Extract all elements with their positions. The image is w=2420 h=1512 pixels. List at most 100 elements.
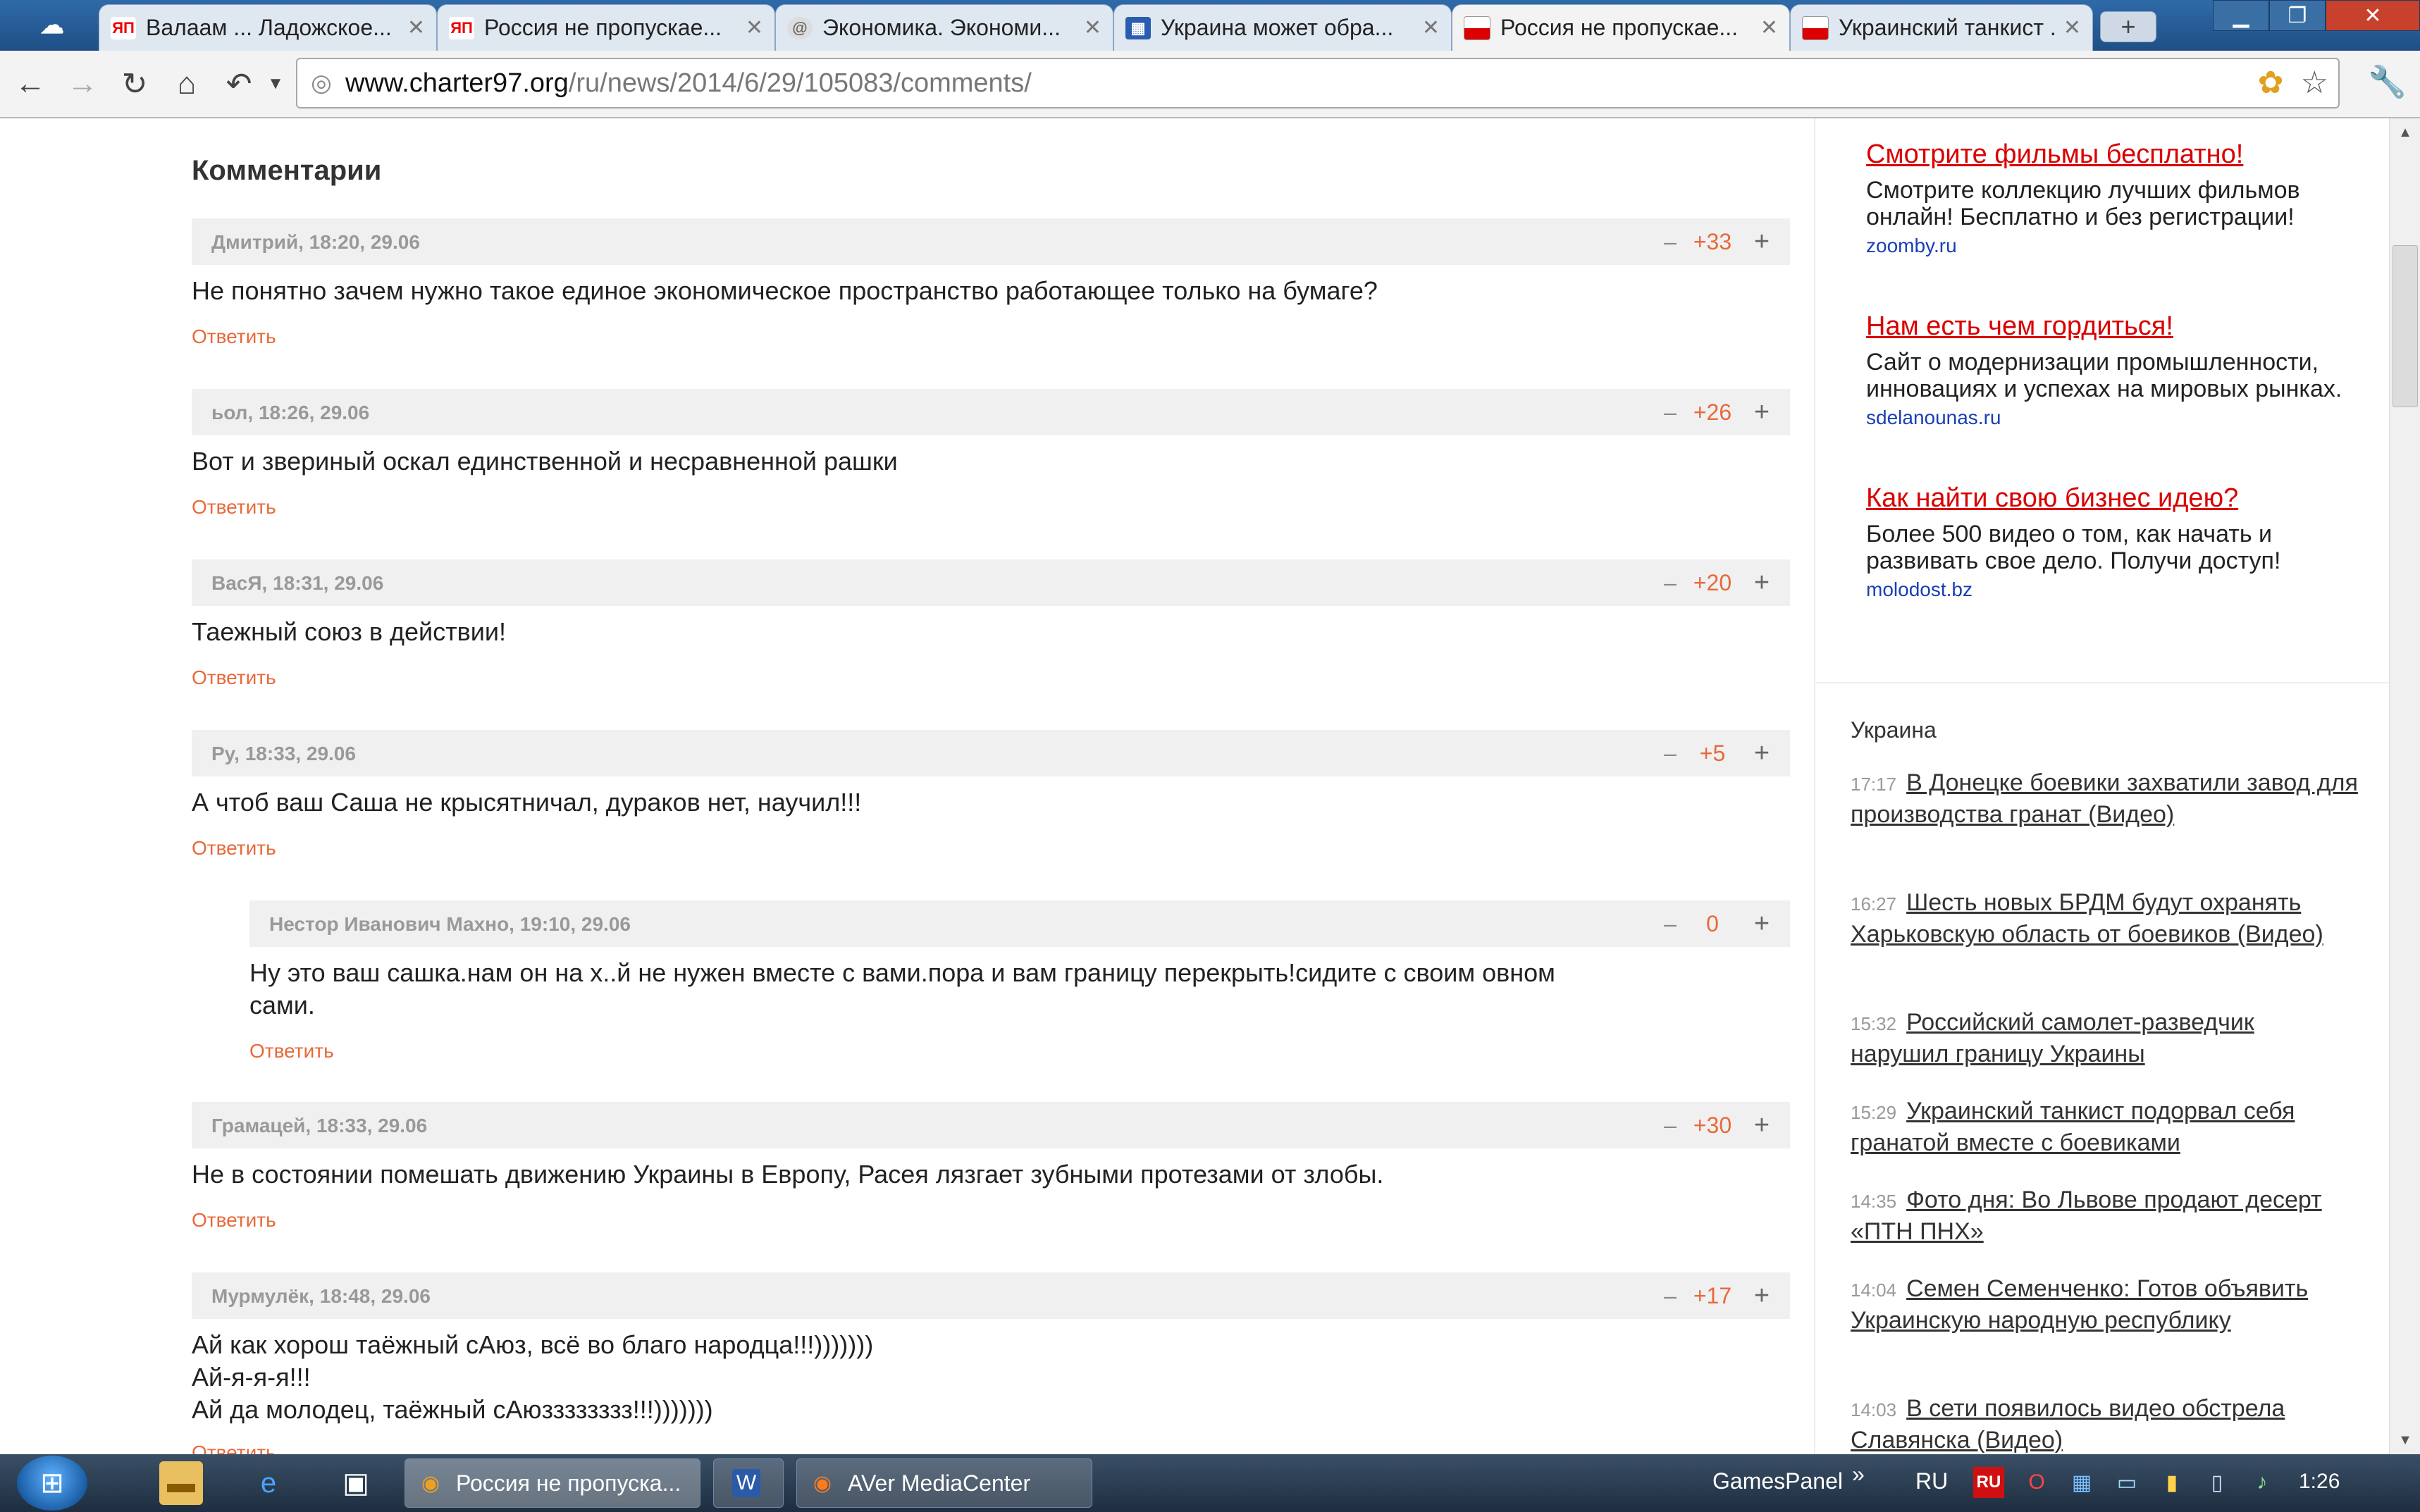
undo-icon[interactable]: ↶ [218, 63, 259, 104]
news-link[interactable]: Украинский танкист подорвал себя гранато… [1851, 1098, 2295, 1156]
new-tab-button[interactable]: + [2100, 11, 2156, 42]
vote-down-button[interactable]: – [1656, 399, 1684, 426]
vote-up-button[interactable]: + [1741, 909, 1783, 939]
reply-link[interactable]: Ответить [192, 1442, 276, 1454]
opera-icon[interactable]: O [2021, 1467, 2052, 1498]
tab-title: Россия не пропускае... [484, 15, 722, 40]
tab-close-icon[interactable]: ✕ [746, 16, 763, 40]
tab-4[interactable]: ▦ Украина может обра... ✕ [1113, 4, 1452, 51]
network-tray-icon[interactable]: ▦ [2066, 1467, 2097, 1498]
ad-domain-link[interactable]: zoomby.ru [1866, 235, 2359, 257]
windows-taskbar: ⊞ ▬ e ▣ ◉ Россия не пропуска... W ◉ AVer… [0, 1454, 2420, 1512]
ad-title-link[interactable]: Смотрите фильмы бесплатно! [1866, 140, 2359, 170]
news-link[interactable]: Российский самолет-разведчик нарушил гра… [1851, 1009, 2254, 1067]
forward-arrow-icon[interactable]: → [62, 63, 103, 104]
vote-up-button[interactable]: + [1741, 738, 1783, 769]
ad-title-link[interactable]: Как найти свою бизнес идею? [1866, 483, 2359, 514]
vote-up-button[interactable]: + [1741, 397, 1783, 428]
bookmark-star-icon[interactable]: ☆ [2301, 65, 2328, 101]
news-time: 16:27 [1851, 893, 1897, 915]
vote-down-button[interactable]: – [1656, 1113, 1684, 1139]
scroll-thumb[interactable] [2393, 245, 2418, 407]
tab-close-icon[interactable]: ✕ [1422, 16, 1440, 40]
news-link[interactable]: Семен Семенченко: Готов объявить Украинс… [1851, 1275, 2308, 1334]
reply-link[interactable]: Ответить [192, 1209, 276, 1232]
tab-6[interactable]: Украинский танкист ... ✕ [1790, 4, 2093, 51]
back-arrow-icon[interactable]: ← [10, 63, 51, 104]
comment-text: Вот и звериный оскал единственной и неср… [192, 447, 898, 476]
vote-down-button[interactable]: – [1656, 570, 1684, 596]
gamespanel-toolbar[interactable]: GamesPanel [1712, 1468, 1843, 1494]
reply-link[interactable]: Ответить [192, 667, 276, 689]
ad-item: Смотрите фильмы бесплатно! Смотрите колл… [1866, 140, 2359, 257]
browser-menu-icon[interactable]: ☁ [27, 7, 78, 44]
news-link[interactable]: Шесть новых БРДМ будут охранять Харьковс… [1851, 889, 2323, 948]
vote-up-button[interactable]: + [1741, 227, 1783, 257]
explorer-folder-icon[interactable]: ▬ [159, 1461, 203, 1505]
news-heading: Украина [1851, 717, 1937, 743]
internet-explorer-icon[interactable]: e [247, 1461, 290, 1505]
tab-title: Украинский танкист ... [1839, 15, 2056, 40]
flag-tray-icon[interactable]: ▮ [2156, 1467, 2187, 1498]
reply-link[interactable]: Ответить [192, 326, 276, 348]
taskbar-task-word[interactable]: W [713, 1458, 784, 1508]
tab-5-active[interactable]: Россия не пропускае... ✕ [1452, 4, 1790, 51]
vertical-scrollbar[interactable]: ▲ ▼ [2389, 118, 2420, 1454]
comment-text: Не в состоянии помешать движению Украины… [192, 1160, 1384, 1189]
news-item: 17:17 В Донецке боевики захватили завод д… [1851, 768, 2358, 830]
tab-2[interactable]: ЯП Россия не пропускае... ✕ [437, 4, 775, 51]
vote-up-button[interactable]: + [1741, 1281, 1783, 1311]
news-link[interactable]: Фото дня: Во Львове продают десерт «ПТН … [1851, 1186, 2322, 1245]
reply-link[interactable]: Ответить [192, 496, 276, 519]
word-icon: W [732, 1469, 760, 1497]
tab-close-icon[interactable]: ✕ [407, 16, 425, 40]
address-bar[interactable]: ◎ www.charter97.org/ru/news/2014/6/29/10… [296, 58, 2340, 109]
ad-item: Нам есть чем гордиться! Сайт о модерниза… [1866, 311, 2359, 429]
tab-close-icon[interactable]: ✕ [1760, 16, 1778, 40]
language-indicator[interactable]: RU [1915, 1468, 1948, 1494]
floppy-save-icon[interactable]: ▣ [334, 1461, 378, 1505]
comment-author: ВасЯ, 18:31, 29.06 [211, 572, 384, 594]
start-button[interactable]: ⊞ [17, 1456, 87, 1511]
scroll-up-arrow-icon[interactable]: ▲ [2390, 118, 2420, 147]
aver-icon: ◉ [813, 1471, 832, 1495]
vote-up-button[interactable]: + [1741, 568, 1783, 598]
vote-down-button[interactable]: – [1656, 740, 1684, 767]
taskbar-task-browser[interactable]: ◉ Россия не пропуска... [405, 1458, 700, 1508]
extension-icon[interactable]: ✿ [2258, 65, 2284, 101]
ad-domain-link[interactable]: molodost.bz [1866, 578, 2359, 601]
reply-link[interactable]: Ответить [249, 1040, 334, 1062]
taskbar-task-aver[interactable]: ◉ AVer MediaCenter [796, 1458, 1092, 1508]
tab-close-icon[interactable]: ✕ [2063, 16, 2081, 40]
tab-3[interactable]: @ Экономика. Экономи... ✕ [775, 4, 1113, 51]
news-link[interactable]: В сети появилось видео обстрела Славянск… [1851, 1395, 2285, 1454]
news-link[interactable]: В Донецке боевики захватили завод для пр… [1851, 769, 2358, 828]
wrench-icon[interactable]: 🔧 [2368, 63, 2407, 100]
chevron-down-icon[interactable]: ▼ [255, 63, 296, 104]
ad-title-link[interactable]: Нам есть чем гордиться! [1866, 311, 2359, 342]
battery-tray-icon[interactable]: ▯ [2202, 1467, 2233, 1498]
clock[interactable]: 1:26 [2299, 1470, 2340, 1494]
maximize-button[interactable]: ❐ [2269, 0, 2326, 31]
tab-close-icon[interactable]: ✕ [1084, 16, 1101, 40]
reply-link[interactable]: Ответить [192, 837, 276, 860]
minimize-button[interactable]: ▁ [2213, 0, 2269, 31]
close-window-button[interactable]: ✕ [2326, 0, 2420, 31]
ad-domain-link[interactable]: sdelanounas.ru [1866, 407, 2359, 429]
vote-up-button[interactable]: + [1741, 1110, 1783, 1141]
vote-down-button[interactable]: – [1656, 229, 1684, 255]
home-icon[interactable]: ⌂ [166, 63, 207, 104]
reload-icon[interactable]: ↻ [114, 63, 155, 104]
ya-icon: ЯП [111, 16, 136, 39]
ru-keyboard-icon[interactable]: RU [1973, 1467, 2004, 1498]
tray-expand-icon[interactable]: » [1852, 1461, 1865, 1487]
tab-1[interactable]: ЯП Валаам ... Ладожское... ✕ [99, 4, 437, 51]
volume-tray-icon[interactable]: ♪ [2247, 1467, 2278, 1498]
monitor-tray-icon[interactable]: ▭ [2111, 1467, 2142, 1498]
scroll-down-arrow-icon[interactable]: ▼ [2390, 1426, 2420, 1454]
vote-down-button[interactable]: – [1656, 911, 1684, 937]
tab-title: Украина может обра... [1161, 15, 1394, 40]
comment-header-nested: Нестор Иванович Махно, 19:10, 29.06 – 0 … [249, 900, 1790, 947]
vote-down-button[interactable]: – [1656, 1283, 1684, 1309]
ya-icon: ЯП [449, 16, 474, 39]
